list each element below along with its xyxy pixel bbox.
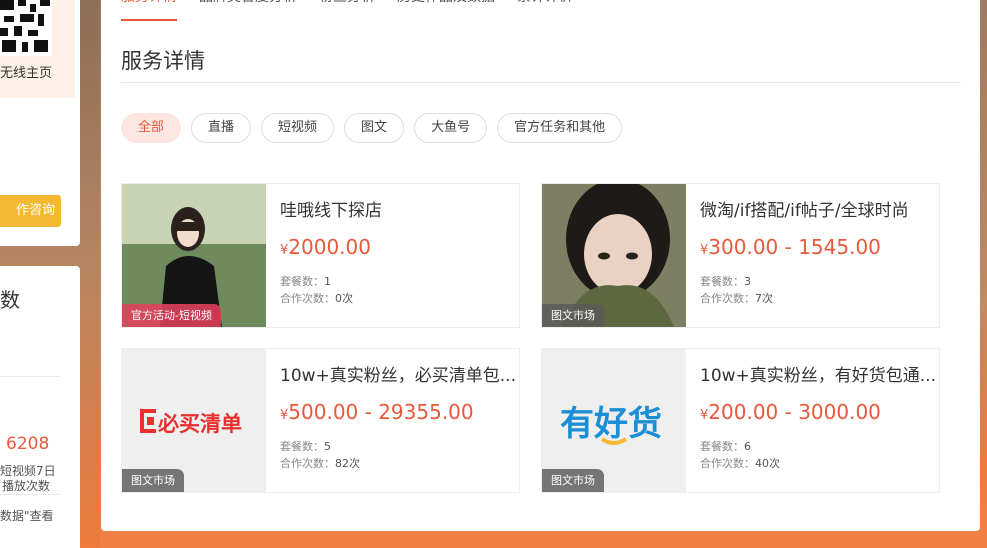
- card-badge: 图文市场: [122, 469, 184, 492]
- youhaohuo-logo: 有好货 图文市场: [542, 349, 686, 492]
- card-price: ¥2000.00: [280, 235, 371, 259]
- card-price: ¥300.00 - 1545.00: [700, 235, 881, 259]
- card-cooperations: 合作次数：40次: [700, 457, 780, 470]
- card-packages: 套餐数：3: [700, 275, 751, 288]
- svg-text:必买清单: 必买清单: [158, 412, 242, 436]
- section-title: 服务详情: [121, 49, 205, 73]
- filter-official-tasks[interactable]: 官方任务和其他: [497, 113, 623, 143]
- consult-button[interactable]: 作咨询: [0, 195, 61, 227]
- qr-code-icon: [0, 0, 52, 56]
- woman-closeup-photo: 图文市场: [542, 184, 686, 327]
- card-title[interactable]: 微淘/if搭配/if帖子/全球时尚: [700, 196, 936, 221]
- stats-sidebar-card: 数 6208 短视频7日 播放次数 数据"查看: [0, 266, 80, 548]
- card-cooperations: 合作次数：82次: [280, 457, 360, 470]
- service-detail-panel: 服务详情 品牌契合度分析 粉丝分析 历史作品及数据 累计评价 服务详情 全部 直…: [101, 0, 980, 531]
- service-card[interactable]: 有好货 图文市场 10w+真实粉丝，有好货包通... ¥200.00 - 300…: [541, 348, 940, 493]
- profile-sidebar-card: 无线主页 作咨询: [0, 0, 80, 246]
- service-card[interactable]: 图文市场 微淘/if搭配/if帖子/全球时尚 ¥300.00 - 1545.00…: [541, 183, 940, 328]
- tab-history[interactable]: 历史作品及数据: [397, 0, 495, 20]
- card-badge: 图文市场: [542, 469, 604, 492]
- divider: [0, 494, 60, 495]
- card-packages: 套餐数：5: [280, 440, 331, 453]
- svg-text:有好货: 有好货: [560, 404, 662, 444]
- card-title[interactable]: 10w+真实粉丝，有好货包通...: [700, 361, 936, 386]
- card-title[interactable]: 哇哦线下探店: [280, 196, 516, 221]
- bimai-qingdan-logo: 必买清单 图文市场: [122, 349, 266, 492]
- tab-fans-analysis[interactable]: 粉丝分析: [319, 0, 375, 20]
- tab-brand-fit[interactable]: 品牌契合度分析: [199, 0, 297, 20]
- divider: [121, 82, 961, 83]
- stats-title: 数: [0, 288, 20, 312]
- card-cooperations: 合作次数：7次: [700, 292, 773, 305]
- stat-number: 6208: [6, 434, 50, 454]
- service-card[interactable]: 必买清单 图文市场 10w+真实粉丝，必买清单包... ¥500.00 - 29…: [121, 348, 520, 493]
- filter-short-video[interactable]: 短视频: [261, 113, 335, 143]
- stat-label: 播放次数: [2, 479, 51, 493]
- card-packages: 套餐数：6: [700, 440, 751, 453]
- tab-service-detail[interactable]: 服务详情: [121, 0, 177, 21]
- filter-live[interactable]: 直播: [191, 113, 252, 143]
- qr-code-area: 无线主页: [0, 0, 75, 98]
- divider: [0, 376, 60, 377]
- card-title[interactable]: 10w+真实粉丝，必买清单包...: [280, 361, 516, 386]
- card-price: ¥500.00 - 29355.00: [280, 400, 474, 424]
- card-badge: 图文市场: [542, 304, 604, 327]
- tab-bar: 服务详情 品牌契合度分析 粉丝分析 历史作品及数据 累计评价: [121, 0, 573, 21]
- tab-reviews[interactable]: 累计评价: [517, 0, 573, 20]
- card-packages: 套餐数：1: [280, 275, 331, 288]
- view-data-link[interactable]: 数据"查看: [0, 507, 54, 524]
- filter-chips: 全部 直播 短视频 图文 大鱼号 官方任务和其他: [121, 113, 623, 143]
- card-price: ¥200.00 - 3000.00: [700, 400, 881, 424]
- filter-image-text[interactable]: 图文: [344, 113, 405, 143]
- card-badge: 官方活动-短视频: [122, 304, 221, 327]
- filter-all[interactable]: 全部: [121, 113, 182, 143]
- qr-label: 无线主页: [0, 66, 53, 81]
- card-cooperations: 合作次数：0次: [280, 292, 353, 305]
- service-card[interactable]: 官方活动-短视频 哇哦线下探店 ¥2000.00 套餐数：1 合作次数：0次: [121, 183, 520, 328]
- woman-portrait-photo: 官方活动-短视频: [122, 184, 266, 327]
- filter-dayu[interactable]: 大鱼号: [414, 113, 488, 143]
